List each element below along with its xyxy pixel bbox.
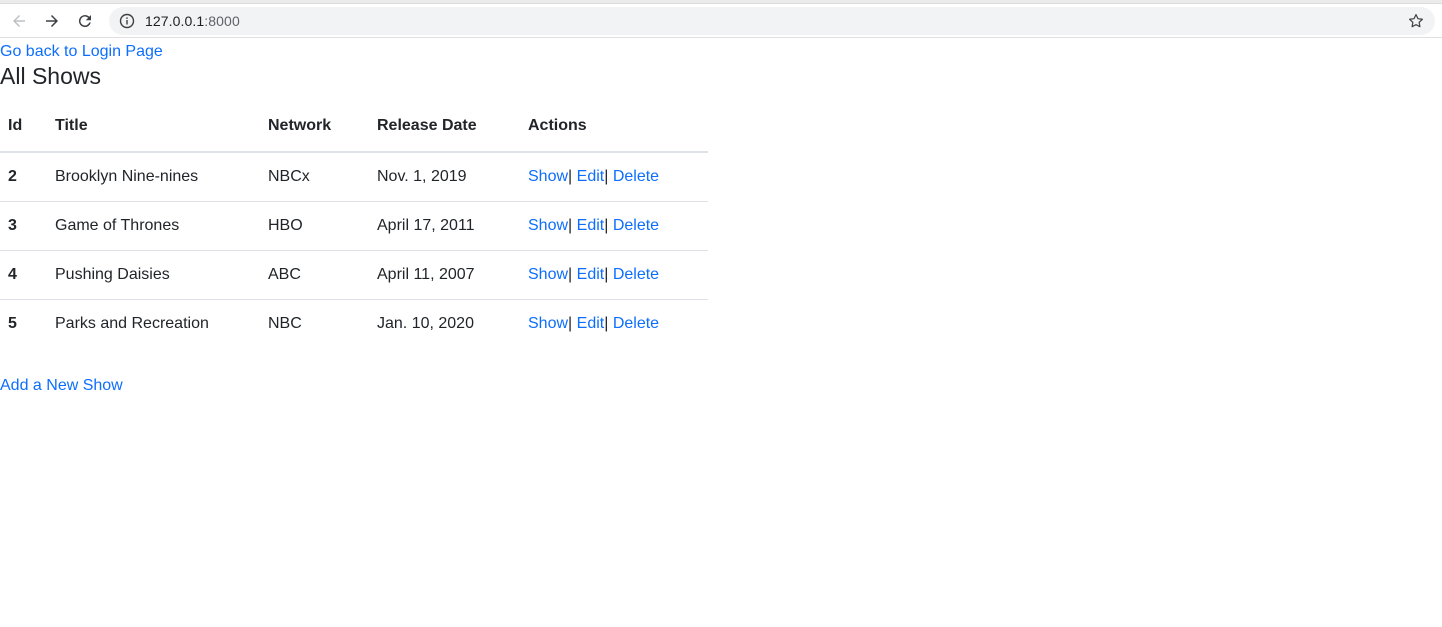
table-row: 3 Game of Thrones HBO April 17, 2011 Sho… [0,201,708,251]
show-link[interactable]: Show [528,266,568,283]
table-row: 2 Brooklyn Nine-nines NBCx Nov. 1, 2019 … [0,152,708,202]
separator: | [604,167,609,185]
separator: | [568,265,573,283]
arrow-right-icon [46,14,58,27]
separator: | [604,216,609,234]
column-header-actions: Actions [520,100,708,153]
separator: | [568,216,573,234]
cell-actions: Show| Edit| Delete [520,201,708,251]
show-link[interactable]: Show [528,217,568,234]
back-button[interactable] [8,10,30,32]
url-port: :8000 [204,12,240,29]
cell-title: Parks and Recreation [55,314,209,332]
separator: | [604,265,609,283]
column-header-title: Title [47,100,260,153]
edit-link[interactable]: Edit [577,217,605,234]
page-title: All Shows [0,63,101,89]
table-row: 5 Parks and Recreation NBC Jan. 10, 2020… [0,299,708,348]
cell-release-date: Nov. 1, 2019 [369,152,520,202]
cell-title: Game of Thrones [47,201,260,251]
column-header-release-date: Release Date [369,100,520,153]
page-content: Go back to Login Page All Shows Id Title… [0,42,1442,396]
reload-button[interactable] [74,10,96,32]
cell-network: NBC [268,314,302,332]
cell-id: 3 [0,201,47,251]
url-text[interactable]: 127.0.0.1:8000 [145,13,240,29]
delete-link[interactable]: Delete [613,315,659,332]
show-link[interactable]: Show [528,168,568,185]
cell-network: NBCx [260,152,369,202]
table-row: 4 Pushing Daisies ABC April 11, 2007 Sho… [0,250,708,300]
cell-actions: Show| Edit| Delete [520,152,708,202]
separator: | [568,167,573,185]
cell-id: 4 [0,250,47,300]
cell-actions: Show| Edit| Delete [520,299,708,348]
delete-link[interactable]: Delete [613,168,659,185]
delete-link[interactable]: Delete [613,217,659,234]
cell-network: HBO [260,201,369,251]
column-header-network: Network [260,100,369,153]
back-to-login-link[interactable]: Go back to Login Page [0,42,1442,62]
cell-release-date: Jan. 10, 2020 [377,314,474,332]
edit-link[interactable]: Edit [577,266,605,283]
separator: | [604,314,609,332]
cell-actions: Show| Edit| Delete [520,250,708,300]
cell-id: 5 [8,314,17,332]
url-host: 127.0.0.1 [145,12,205,29]
cell-title: Brooklyn Nine-nines [47,152,260,202]
show-link[interactable]: Show [528,315,568,332]
cell-id: 2 [0,152,47,202]
arrow-left-icon [13,14,25,27]
forward-button[interactable] [41,10,63,32]
cell-title: Pushing Daisies [47,250,260,300]
separator: | [568,314,573,332]
shows-table: Id Title Network Release Date Actions 2 … [0,100,708,348]
add-new-show-link[interactable]: Add a New Show [0,376,1442,396]
info-icon[interactable] [119,13,135,29]
edit-link[interactable]: Edit [577,168,605,185]
browser-toolbar: 127.0.0.1:8000 [0,4,1442,38]
address-bar[interactable]: 127.0.0.1:8000 [109,6,1435,35]
edit-link[interactable]: Edit [577,315,605,332]
bookmark-star-icon[interactable] [1407,12,1425,30]
cell-release-date: April 17, 2011 [369,201,520,251]
cell-network: ABC [260,250,369,300]
reload-icon [78,14,91,27]
cell-release-date: April 11, 2007 [369,250,520,300]
column-header-id: Id [0,100,47,153]
delete-link[interactable]: Delete [613,266,659,283]
table-header-row: Id Title Network Release Date Actions [0,100,708,153]
